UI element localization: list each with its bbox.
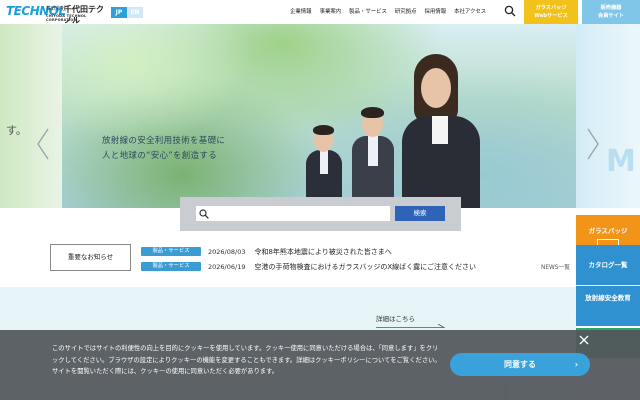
side-glass-label: ガラスバッジ: [588, 227, 628, 235]
search-icon[interactable]: [504, 5, 516, 17]
news-date: 2026/06/19: [208, 262, 246, 271]
cookie-agree-button[interactable]: 同意する ›: [450, 353, 590, 376]
arrow-line-icon: [376, 324, 446, 328]
cookie-agree-label: 同意する: [504, 360, 536, 369]
nav-item-company[interactable]: 企業情報: [290, 7, 312, 15]
lang-jp-button[interactable]: JP: [111, 7, 127, 18]
logo-company-en: CHIYODA TECHNOL CORPORATION: [46, 14, 87, 22]
hero-person-1: [302, 124, 346, 208]
side-education-button[interactable]: 放射線安全教育: [576, 286, 640, 326]
chevron-right-icon: ›: [574, 360, 578, 369]
glass-badge-web-button[interactable]: ガラスバッジ Webサービス: [524, 0, 578, 24]
nav-item-recruit[interactable]: 採用情報: [424, 7, 446, 15]
previous-slide[interactable]: す。: [0, 24, 62, 208]
glass-button-line2: Webサービス: [534, 13, 568, 19]
glass-button-line1: ガラスバッジ: [535, 5, 567, 11]
tagline-line-1: 放射線の安全利用技術を基礎に: [102, 136, 226, 146]
side-education-label: 放射線安全教育: [585, 294, 631, 302]
news-category-badge: 製品・サービス: [141, 247, 201, 256]
previous-slide-text: す。: [6, 124, 27, 137]
nav-item-products[interactable]: 製品・サービス: [349, 7, 387, 15]
cookie-message: このサイトではサイトの利便性の向上を目的にクッキーを使用しています。クッキー使用…: [52, 345, 441, 376]
chevron-right-icon[interactable]: [586, 128, 600, 160]
member-button-line2: 会員サイト: [598, 13, 624, 19]
news-title[interactable]: 空港の手荷物検査におけるガラスバッジのX線ばく露にご注意ください: [254, 262, 476, 272]
close-icon[interactable]: [578, 334, 590, 346]
lang-en-button[interactable]: EN: [127, 7, 143, 18]
nav-item-access[interactable]: 本社アクセス: [454, 7, 486, 15]
news-item[interactable]: 製品・サービス 2026/08/03 令和8年熊本地震により被災された皆さまへ: [141, 246, 392, 257]
important-notice-label: 重要なお知らせ: [50, 244, 131, 271]
search-button[interactable]: 検索: [395, 206, 445, 221]
logo-prefix: 株式会社: [46, 6, 67, 12]
hero-tagline: 放射線の安全利用技術を基礎に 人と地球の“安心”を創造する: [102, 134, 225, 164]
member-button-line1: 販売機器: [600, 5, 622, 11]
side-catalog-button[interactable]: カタログ一覧: [576, 245, 640, 285]
search-input[interactable]: [196, 206, 390, 221]
news-date: 2026/08/03: [208, 247, 246, 256]
tagline-line-2: 人と地球の“安心”を創造する: [102, 151, 218, 161]
news-list-link[interactable]: NEWS一覧: [541, 262, 570, 271]
news-title[interactable]: 令和8年熊本地震により被災された皆さまへ: [254, 247, 391, 257]
news-category-badge: 製品・サービス: [141, 262, 201, 271]
news-item[interactable]: 製品・サービス 2026/06/19 空港の手荷物検査におけるガラスバッジのX線…: [141, 261, 476, 272]
next-slide[interactable]: M: [576, 24, 640, 208]
search-icon: [199, 209, 209, 219]
main-nav: 企業情報 事業案内 製品・サービス 研究拠点 採用情報 本社アクセス: [290, 7, 486, 15]
detail-link[interactable]: 詳細はこちら: [376, 313, 415, 323]
hero-person-3: [402, 54, 482, 208]
site-header: TECHNOL 株式会社 千代田テクノル CHIYODA TECHNOL COR…: [0, 0, 640, 25]
next-slide-text: M: [606, 144, 636, 179]
chevron-left-icon[interactable]: [36, 128, 50, 160]
member-site-button[interactable]: 販売機器 会員サイト: [582, 0, 640, 24]
nav-item-research[interactable]: 研究拠点: [395, 7, 417, 15]
company-logo[interactable]: TECHNOL 株式会社 千代田テクノル CHIYODA TECHNOL COR…: [6, 4, 110, 25]
hero-person-2: [348, 106, 398, 208]
current-slide: [62, 24, 576, 208]
hero-carousel: す。 M 放射線の安全利用技術を基礎に 人と地球の“安心”を創造する: [0, 24, 640, 208]
nav-item-business[interactable]: 事業案内: [320, 7, 342, 15]
